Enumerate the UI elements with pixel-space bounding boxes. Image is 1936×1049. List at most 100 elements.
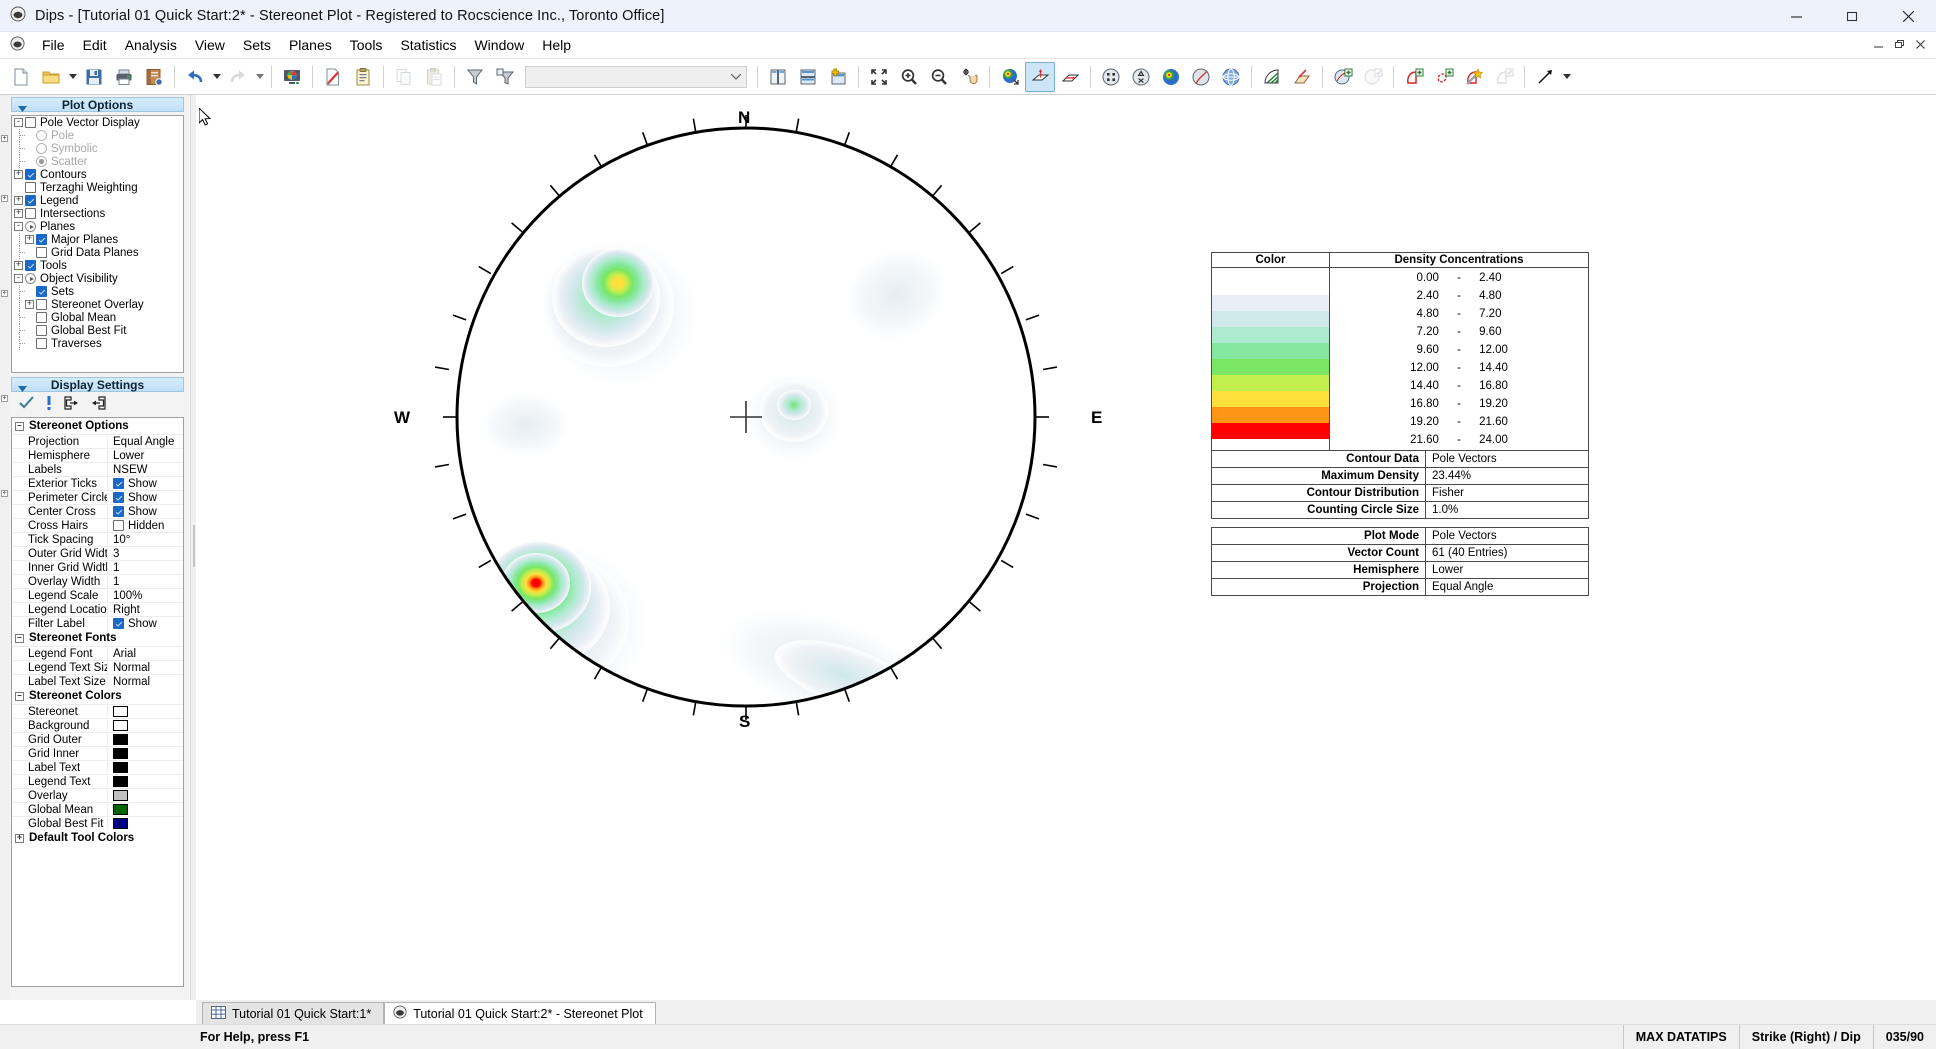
add-view-icon[interactable] xyxy=(823,62,853,92)
checkbox-tools[interactable] xyxy=(25,260,36,271)
property-row-legend-text[interactable]: Legend Text xyxy=(12,774,183,788)
property-row-legend-scale[interactable]: Legend Scale100% xyxy=(12,588,183,602)
contour-plot-icon[interactable] xyxy=(995,62,1025,92)
add-region-icon[interactable] xyxy=(1399,62,1429,92)
print-icon[interactable] xyxy=(109,62,139,92)
color-swatch[interactable] xyxy=(113,762,128,773)
region-visibility-icon[interactable] xyxy=(1489,62,1519,92)
property-row-tick-spacing[interactable]: Tick Spacing10° xyxy=(12,532,183,546)
3d-stereonet-icon[interactable] xyxy=(1216,62,1246,92)
color-swatch[interactable] xyxy=(113,706,128,717)
save-icon[interactable] xyxy=(79,62,109,92)
property-row-cross-hairs[interactable]: Cross HairsHidden xyxy=(12,518,183,532)
property-row-label-text[interactable]: Label Text xyxy=(12,760,183,774)
property-value[interactable]: 3 xyxy=(107,548,183,560)
paste-icon[interactable] xyxy=(419,62,449,92)
menu-statistics[interactable]: Statistics xyxy=(391,34,465,56)
checkbox-terzaghi-weighting[interactable] xyxy=(25,182,36,193)
pole-vector-icon[interactable] xyxy=(1156,62,1186,92)
collapse-expander-icon[interactable]: - xyxy=(14,118,23,127)
property-row-exterior-ticks[interactable]: Exterior TicksShow xyxy=(12,476,183,490)
menu-view[interactable]: View xyxy=(186,34,234,56)
symbolic-plot-icon[interactable] xyxy=(1126,62,1156,92)
new-file-icon[interactable] xyxy=(6,62,36,92)
stereonet-diagram[interactable]: N S E W xyxy=(376,115,1116,875)
tree-item-pole-vector-display[interactable]: -Pole Vector Display xyxy=(12,116,183,129)
menu-sets[interactable]: Sets xyxy=(234,34,280,56)
redo-icon[interactable] xyxy=(223,62,253,92)
tree-item-symbolic[interactable]: Symbolic xyxy=(12,142,183,155)
tree-item-global-best-fit[interactable]: Global Best Fit xyxy=(12,324,183,337)
measure-dropdown-arrow[interactable] xyxy=(1560,62,1573,92)
property-checkbox[interactable] xyxy=(113,618,124,629)
copy-icon[interactable] xyxy=(389,62,419,92)
menu-planes[interactable]: Planes xyxy=(280,34,341,56)
property-value[interactable]: Lower xyxy=(107,450,183,462)
filter-combo[interactable] xyxy=(525,66,747,88)
checkbox-traverses[interactable] xyxy=(36,338,47,349)
minimize-button[interactable] xyxy=(1768,0,1824,32)
color-swatch[interactable] xyxy=(113,776,128,787)
play-toggle-planes[interactable] xyxy=(25,221,36,232)
mdi-restore-button[interactable] xyxy=(1889,34,1909,54)
checkbox-major-planes[interactable] xyxy=(36,234,47,245)
tree-item-object-visibility[interactable]: -Object Visibility xyxy=(12,272,183,285)
undo-dropdown-arrow[interactable] xyxy=(210,62,223,92)
plot-canvas[interactable]: N S E W Color Density Concentrations 0.0… xyxy=(196,95,1936,1000)
dip-vector-icon[interactable] xyxy=(1257,62,1287,92)
clipboard-icon[interactable] xyxy=(348,62,378,92)
property-category-stereonet-fonts[interactable]: –Stereonet Fonts xyxy=(12,630,183,646)
property-row-grid-outer[interactable]: Grid Outer xyxy=(12,732,183,746)
mdi-close-button[interactable] xyxy=(1910,34,1930,54)
color-swatch[interactable] xyxy=(113,790,128,801)
property-row-global-best-fit[interactable]: Global Best Fit xyxy=(12,816,183,830)
property-value[interactable]: Normal xyxy=(107,662,183,674)
property-category-default-tool-colors[interactable]: +Default Tool Colors xyxy=(12,830,183,846)
tab-tutorial-01-quick-start-2-stereonet-plot[interactable]: Tutorial 01 Quick Start:2* - Stereonet P… xyxy=(384,1002,656,1024)
property-value[interactable]: Normal xyxy=(107,676,183,688)
property-row-hemisphere[interactable]: HemisphereLower xyxy=(12,448,183,462)
magic-region-icon[interactable] xyxy=(1459,62,1489,92)
add-set-window-icon[interactable] xyxy=(1328,62,1358,92)
color-swatch[interactable] xyxy=(113,734,128,745)
property-row-global-mean[interactable]: Global Mean xyxy=(12,802,183,816)
checkbox-grid-data-planes[interactable] xyxy=(36,247,47,258)
radio-symbolic[interactable] xyxy=(36,143,47,154)
maximize-button[interactable] xyxy=(1824,0,1880,32)
plane-vector-icon[interactable] xyxy=(1055,62,1085,92)
property-row-inner-grid-width[interactable]: Inner Grid Width1 xyxy=(12,560,183,574)
expand-expander-icon[interactable]: + xyxy=(15,834,24,843)
expand-expander-icon[interactable]: + xyxy=(14,196,23,205)
rosette-plot-icon[interactable] xyxy=(1186,62,1216,92)
property-value[interactable]: Show xyxy=(107,618,183,630)
play-toggle-object-visibility[interactable] xyxy=(25,273,36,284)
property-value[interactable]: Arial xyxy=(107,648,183,660)
property-row-legend-text-size[interactable]: Legend Text SizeNormal xyxy=(12,660,183,674)
advanced-filter-icon[interactable] xyxy=(490,62,520,92)
property-value[interactable] xyxy=(107,804,183,815)
pan-icon[interactable] xyxy=(954,62,984,92)
property-row-legend-location[interactable]: Legend LocationRight xyxy=(12,602,183,616)
color-swatch[interactable] xyxy=(113,720,128,731)
tree-item-global-mean[interactable]: Global Mean xyxy=(12,311,183,324)
collapse-chevron-icon[interactable] xyxy=(18,101,27,115)
property-checkbox[interactable] xyxy=(113,478,124,489)
property-row-center-cross[interactable]: Center CrossShow xyxy=(12,504,183,518)
zoom-in-icon[interactable] xyxy=(894,62,924,92)
tree-item-planes[interactable]: -Planes xyxy=(12,220,183,233)
zoom-extents-icon[interactable] xyxy=(864,62,894,92)
property-row-background[interactable]: Background xyxy=(12,718,183,732)
collapse-expander-icon[interactable]: – xyxy=(15,634,24,643)
property-row-projection[interactable]: ProjectionEqual Angle xyxy=(12,434,183,448)
color-swatch[interactable] xyxy=(113,804,128,815)
property-value[interactable] xyxy=(107,818,183,829)
tree-item-traverses[interactable]: Traverses xyxy=(12,337,183,350)
expand-expander-icon[interactable]: + xyxy=(25,235,34,244)
property-value[interactable]: NSEW xyxy=(107,464,183,476)
tree-item-major-planes[interactable]: +Major Planes xyxy=(12,233,183,246)
radio-scatter[interactable] xyxy=(36,156,47,167)
property-checkbox[interactable] xyxy=(113,492,124,503)
expand-expander-icon[interactable]: + xyxy=(14,170,23,179)
property-value[interactable] xyxy=(107,734,183,745)
property-value[interactable]: Hidden xyxy=(107,520,183,532)
